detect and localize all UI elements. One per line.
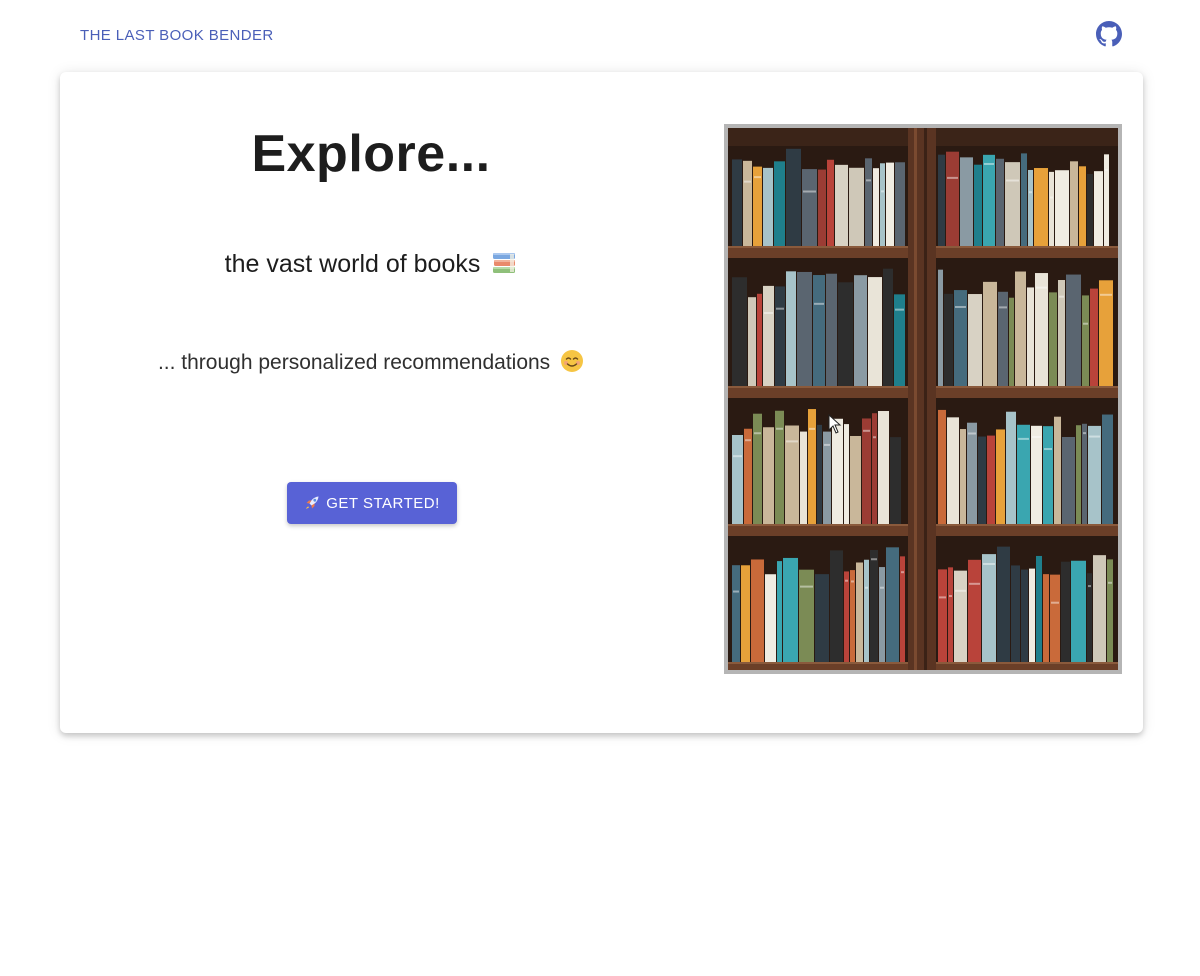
- brand-link[interactable]: THE LAST BOOK BENDER: [80, 27, 274, 44]
- books-emoji-icon: [491, 250, 517, 276]
- github-icon[interactable]: [1096, 21, 1122, 47]
- smiling-face-emoji-icon: [560, 349, 584, 373]
- bookshelf-image: [724, 124, 1122, 674]
- get-started-label: GET STARTED!: [326, 494, 440, 512]
- rocket-icon: [304, 495, 320, 511]
- mouse-cursor-icon: [828, 414, 842, 434]
- hero-description: ... through personalized recommendations: [60, 349, 682, 375]
- hero-description-text: ... through personalized recommendations: [157, 351, 551, 374]
- hero-subtitle: the vast world of books: [60, 250, 682, 279]
- hero-title: Explore...: [251, 125, 491, 183]
- bookshelf-illustration: [728, 128, 1118, 670]
- top-bar: THE LAST BOOK BENDER: [0, 0, 1200, 70]
- get-started-button[interactable]: GET STARTED!: [287, 482, 457, 524]
- hero-subtitle-text: the vast world of books: [224, 250, 481, 278]
- hero-card: Explore... the vast world of books ... t…: [60, 72, 1143, 733]
